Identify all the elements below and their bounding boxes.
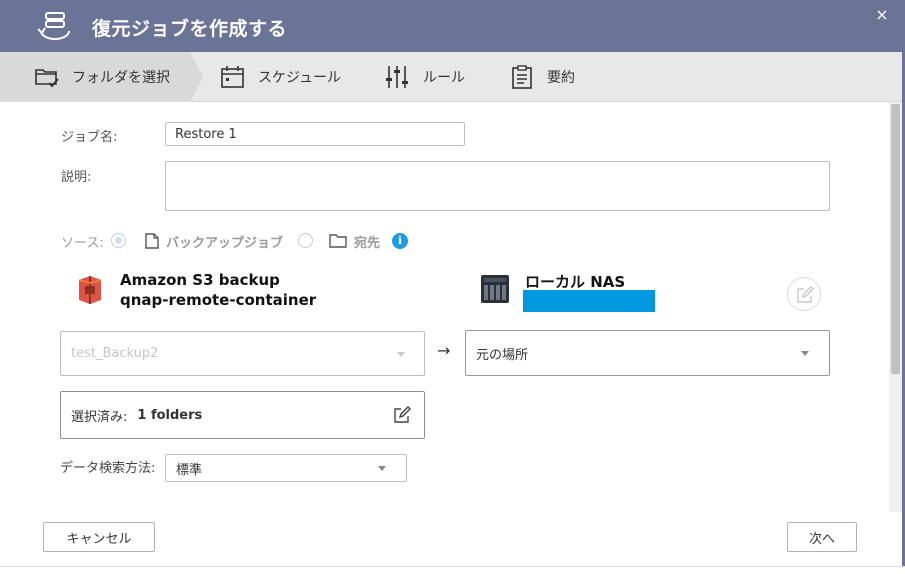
scrollbar-thumb[interactable] — [891, 104, 900, 374]
description-textarea[interactable] — [165, 161, 830, 211]
description-label: 説明: — [61, 170, 92, 185]
step-rules[interactable]: ルール — [385, 52, 465, 102]
job-name-input[interactable]: Restore 1 — [165, 122, 465, 146]
backup-job-select[interactable]: test_Backup2 — [60, 331, 425, 376]
chevron-down-icon — [378, 466, 386, 471]
step-label: ルール — [423, 70, 465, 86]
dialog-titlebar: 復元ジョブを作成する × — [0, 0, 905, 52]
source-option-destination: 宛先 — [354, 236, 381, 251]
source-container-name: qnap-remote-container — [120, 291, 317, 309]
folder-icon — [329, 234, 347, 248]
search-method-select-value: 標準 — [176, 462, 203, 478]
step-summary[interactable]: 要約 — [509, 52, 575, 102]
step-schedule[interactable]: スケジュール — [220, 52, 341, 102]
cancel-button[interactable]: キャンセル — [43, 522, 155, 552]
search-method-select[interactable]: 標準 — [165, 454, 407, 482]
source-radio-backup-job[interactable] — [111, 233, 126, 248]
next-button[interactable]: 次へ — [787, 522, 857, 552]
source-option-backup-job: バックアップジョブ — [166, 236, 284, 251]
source-label: ソース: — [61, 236, 104, 251]
document-icon — [145, 233, 159, 249]
destination-redacted-bar — [523, 290, 655, 312]
restore-location-select[interactable]: 元の場所 — [465, 330, 830, 376]
edit-icon — [797, 286, 814, 303]
wizard-steps: フォルダを選択 スケジュール ルール 要約 — [0, 52, 905, 102]
amazon-s3-icon — [78, 276, 102, 304]
dialog-title: 復元ジョブを作成する — [92, 18, 288, 40]
selected-label: 選択済み: — [71, 409, 128, 425]
calendar-icon — [221, 66, 244, 88]
backup-job-select-value: test_Backup2 — [71, 346, 159, 361]
source-storage-name: Amazon S3 backup — [120, 271, 280, 289]
selected-value: 1 folders — [137, 407, 203, 423]
step-label: 要約 — [547, 70, 575, 86]
step-select-folder[interactable]: フォルダを選択 — [34, 52, 170, 102]
selected-folders-box: 選択済み: 1 folders — [60, 391, 425, 439]
close-button[interactable]: × — [873, 6, 891, 24]
dialog-bottom-edge — [0, 566, 905, 574]
chevron-down-icon — [397, 352, 405, 357]
info-icon[interactable]: i — [392, 233, 408, 249]
destination-storage-name: ローカル NAS — [525, 273, 626, 291]
restore-location-select-value: 元の場所 — [476, 347, 529, 363]
folder-check-icon — [35, 69, 59, 88]
arrow-right-icon: → — [437, 341, 451, 360]
step-label: スケジュール — [258, 70, 342, 86]
source-radio-destination[interactable] — [298, 233, 313, 248]
restore-disk-icon — [37, 12, 70, 40]
nas-device-icon — [481, 275, 509, 303]
step-label: フォルダを選択 — [72, 70, 170, 86]
clipboard-icon — [512, 65, 532, 89]
chevron-down-icon — [801, 351, 809, 356]
search-method-label: データ検索方法: — [60, 461, 156, 476]
job-name-label: ジョブ名: — [61, 130, 118, 145]
destination-edit-button[interactable] — [787, 277, 821, 311]
edit-icon[interactable] — [393, 406, 411, 424]
sliders-icon — [386, 66, 408, 88]
